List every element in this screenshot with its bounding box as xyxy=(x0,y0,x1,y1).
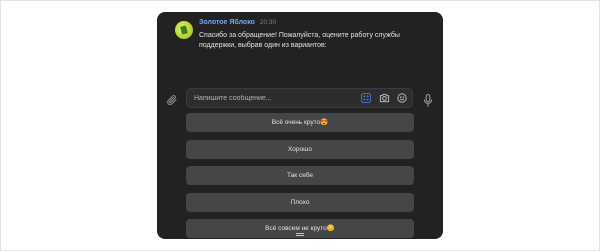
quick-replies: Всё очень круто😍 Хорошо Так себе Плохо В… xyxy=(186,113,414,239)
quick-reply-so-so[interactable]: Так себе xyxy=(186,166,414,185)
emoji-icon[interactable] xyxy=(396,92,408,104)
quick-reply-bad[interactable]: Плохо xyxy=(186,192,414,212)
message-time: 20:30 xyxy=(259,19,277,26)
resize-handle[interactable] xyxy=(296,233,304,236)
quick-reply-good[interactable]: Хорошо xyxy=(186,139,414,159)
sender-name[interactable]: Золотое Яблоко xyxy=(199,19,255,26)
avatar[interactable] xyxy=(175,21,193,39)
keyboard-icon[interactable] xyxy=(360,92,372,104)
microphone-icon[interactable] xyxy=(421,93,435,107)
camera-icon[interactable] xyxy=(378,92,390,104)
message-input-box xyxy=(186,88,413,108)
paperclip-icon[interactable] xyxy=(165,93,179,107)
quick-reply-very-cool[interactable]: Всё очень круто😍 xyxy=(186,113,414,132)
message-input[interactable] xyxy=(194,89,354,107)
composer xyxy=(157,86,443,114)
message-header: Золотое Яблоко 20:30 xyxy=(199,19,276,31)
chat-window: Золотое Яблоко 20:30 Спасибо за обращени… xyxy=(157,12,443,239)
logo-icon xyxy=(180,25,188,35)
message-text: Спасибо за обращение! Пожалуйста, оценит… xyxy=(199,32,400,49)
